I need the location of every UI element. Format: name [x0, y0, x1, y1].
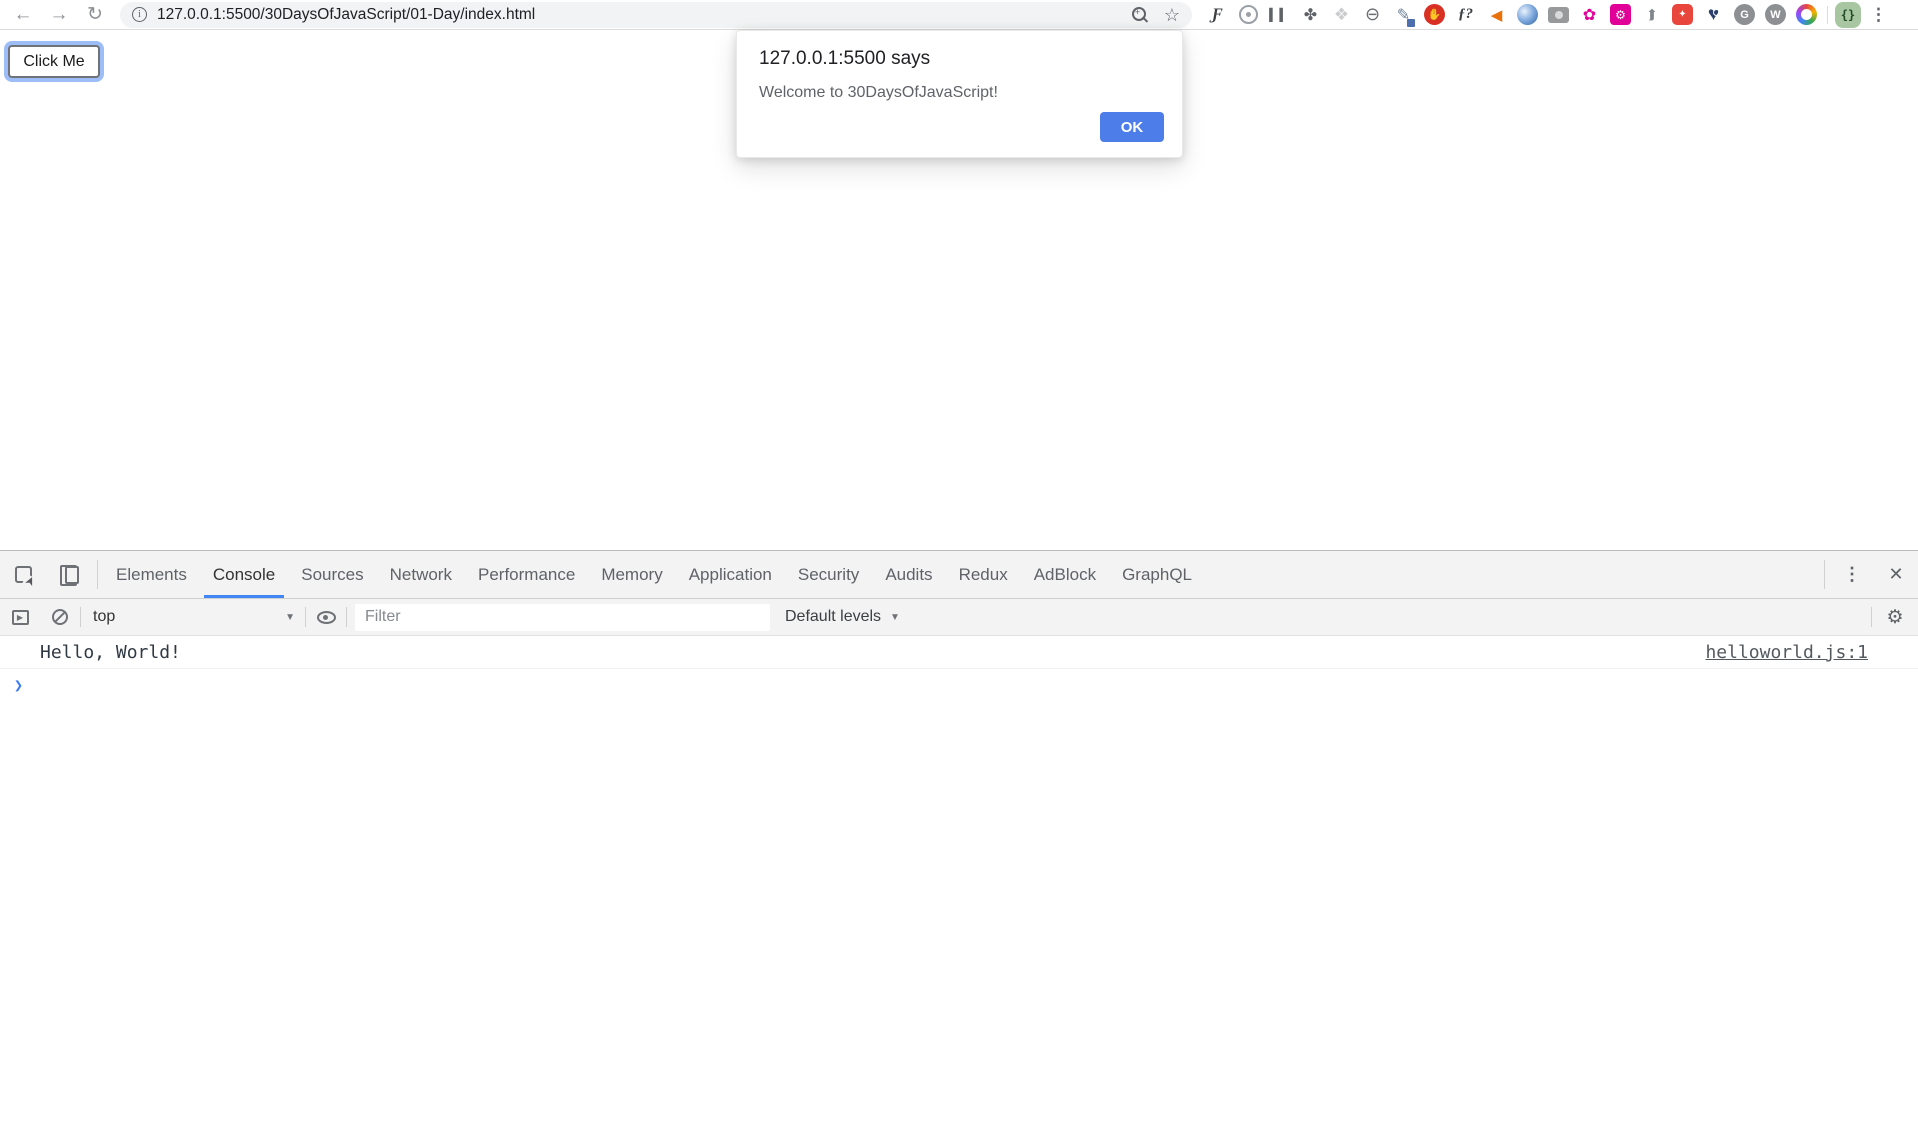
extension-magenta-gear-icon[interactable]: ⚙	[1607, 1, 1634, 28]
tab-network[interactable]: Network	[377, 551, 465, 598]
extension-bug-icon[interactable]: ✤	[1297, 1, 1324, 28]
device-frames-glyph	[60, 565, 79, 584]
extension-grid-disabled-icon[interactable]: ❖	[1328, 1, 1355, 28]
clear-console-icon[interactable]	[40, 609, 80, 625]
toolbar-divider	[1827, 6, 1828, 24]
device-toolbar-icon[interactable]	[46, 551, 92, 598]
tabbar-right-divider	[1824, 560, 1825, 589]
inspect-cursor-glyph: ➤	[23, 574, 38, 588]
extension-pause-bars-icon[interactable]: ▍▍	[1266, 1, 1293, 28]
live-expression-eye-icon[interactable]	[306, 611, 346, 624]
tab-application[interactable]: Application	[676, 551, 785, 598]
extension-camera-icon[interactable]	[1545, 1, 1572, 28]
console-log-row: Hello, World! helloworld.js:1	[0, 636, 1918, 669]
devtools-menu-icon[interactable]: ⋮	[1830, 551, 1874, 598]
tab-sources[interactable]: Sources	[288, 551, 376, 598]
tabbar-divider	[97, 560, 98, 589]
alert-dialog: 127.0.0.1:5500 says Welcome to 30DaysOfJ…	[736, 30, 1183, 158]
zoom-icon[interactable]: +	[1132, 7, 1148, 23]
color-ring-glyph	[1796, 4, 1817, 25]
reload-icon[interactable]: ↻	[82, 2, 108, 28]
extension-megaphone-icon[interactable]: ◀	[1483, 1, 1510, 28]
tab-security[interactable]: Security	[785, 551, 872, 598]
browser-toolbar: ← → ↻ i 127.0.0.1:5500/30DaysOfJavaScrip…	[0, 0, 1918, 30]
console-messages: Hello, World! helloworld.js:1 ❯	[0, 636, 1918, 701]
extension-g-circle-icon[interactable]: G	[1731, 1, 1758, 28]
levels-caret-icon: ▼	[890, 612, 900, 623]
extensions-row: Ƒ ▍▍ ✤ ❖ ⊖ ✎ ✋ ƒ? ◀ ✿ ⚙ ➥ ✦ ♥ G W	[1204, 1, 1820, 28]
tabbar-spacer	[1205, 551, 1819, 598]
tab-graphql[interactable]: GraphQL	[1109, 551, 1205, 598]
extension-tag-arrow-icon[interactable]: ➥	[1638, 1, 1665, 28]
magenta-gear-glyph: ⚙	[1610, 4, 1631, 25]
extension-target-icon[interactable]	[1235, 1, 1262, 28]
console-filter-input[interactable]	[355, 604, 770, 631]
forward-icon[interactable]: →	[46, 2, 72, 28]
sidebar-toggle-glyph: ▶	[12, 610, 29, 625]
log-levels-label: Default levels	[785, 608, 881, 626]
execution-context-selector[interactable]: top ▼	[81, 608, 305, 626]
extension-blue-orb-icon[interactable]	[1514, 1, 1541, 28]
alert-title: 127.0.0.1:5500 says	[759, 48, 930, 70]
g-circle-glyph: G	[1734, 4, 1755, 25]
context-caret-icon: ▼	[285, 612, 295, 623]
console-sidebar-toggle-icon[interactable]: ▶	[0, 610, 40, 625]
extension-font-tools-icon[interactable]: Ƒ	[1204, 1, 1231, 28]
extension-circle-minus-icon[interactable]: ⊖	[1359, 1, 1386, 28]
log-levels-dropdown[interactable]: Default levels ▼	[785, 608, 900, 626]
tab-memory[interactable]: Memory	[588, 551, 675, 598]
clear-console-glyph	[52, 609, 68, 625]
page-info-icon[interactable]: i	[132, 7, 147, 22]
extension-w-circle-icon[interactable]: W	[1762, 1, 1789, 28]
execution-context-label: top	[93, 608, 115, 626]
back-icon[interactable]: ←	[10, 2, 36, 28]
console-toolbar-right: ⚙	[1871, 599, 1918, 635]
console-prompt[interactable]: ❯	[0, 669, 1918, 701]
profile-avatar[interactable]: {}	[1835, 2, 1861, 28]
devtools-close-icon[interactable]: ✕	[1874, 551, 1918, 598]
camera-glyph	[1548, 7, 1569, 23]
bookmark-star-icon[interactable]: ☆	[1164, 6, 1180, 24]
devtools-tabbar: ➤ Elements Console Sources Network Perfo…	[0, 551, 1918, 599]
console-source-link[interactable]: helloworld.js:1	[1705, 642, 1868, 663]
extension-function-help-icon[interactable]: ƒ?	[1452, 1, 1479, 28]
console-toolbar: ▶ top ▼ Default levels ▼ ⚙	[0, 599, 1918, 636]
alert-message: Welcome to 30DaysOfJavaScript!	[759, 84, 998, 102]
extension-color-ring-icon[interactable]	[1793, 1, 1820, 28]
stop-hand-glyph: ✋	[1424, 4, 1445, 25]
extension-color-picker-icon[interactable]: ✎	[1390, 1, 1417, 28]
extension-graphql-flower-icon[interactable]: ✿	[1576, 1, 1603, 28]
extension-stop-hand-icon[interactable]: ✋	[1421, 1, 1448, 28]
devtools-panel: ➤ Elements Console Sources Network Perfo…	[0, 550, 1918, 1146]
click-me-button[interactable]: Click Me	[8, 45, 100, 78]
inspect-box: ➤	[15, 566, 32, 583]
browser-menu-icon[interactable]: ⋮	[1870, 5, 1887, 25]
address-bar[interactable]: i 127.0.0.1:5500/30DaysOfJavaScript/01-D…	[120, 2, 1192, 28]
console-log-text: Hello, World!	[40, 642, 181, 663]
extension-heart-search-icon[interactable]: ♥	[1700, 1, 1727, 28]
extension-red-badge-icon[interactable]: ✦	[1669, 1, 1696, 28]
zoom-plus-glyph: +	[1135, 7, 1140, 17]
tab-elements[interactable]: Elements	[103, 551, 200, 598]
tab-performance[interactable]: Performance	[465, 551, 588, 598]
console-prompt-chevron-icon: ❯	[14, 676, 23, 694]
console-settings-gear-icon[interactable]: ⚙	[1872, 606, 1918, 629]
tab-adblock[interactable]: AdBlock	[1021, 551, 1109, 598]
inspect-element-icon[interactable]: ➤	[0, 551, 46, 598]
tab-console[interactable]: Console	[200, 551, 288, 598]
url-text[interactable]: 127.0.0.1:5500/30DaysOfJavaScript/01-Day…	[157, 6, 1132, 24]
eye-glyph	[317, 611, 336, 624]
tab-redux[interactable]: Redux	[946, 551, 1021, 598]
red-badge-glyph: ✦	[1672, 4, 1693, 25]
blue-orb-glyph	[1517, 4, 1538, 25]
tab-audits[interactable]: Audits	[872, 551, 945, 598]
w-circle-glyph: W	[1765, 4, 1786, 25]
alert-ok-button[interactable]: OK	[1100, 112, 1164, 142]
console-toolbar-divider-3	[346, 607, 347, 627]
